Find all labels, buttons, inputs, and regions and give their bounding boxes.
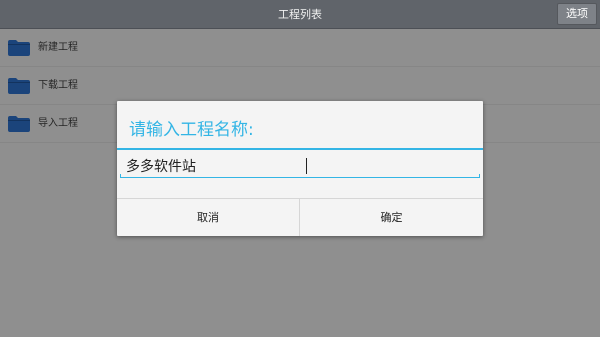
project-name-dialog: 请输入工程名称: 取消 确定 [117,101,483,236]
cancel-button[interactable]: 取消 [117,199,300,236]
input-underline [120,174,480,178]
dialog-button-row: 取消 确定 [117,198,483,236]
ok-button[interactable]: 确定 [300,199,483,236]
dialog-divider [117,148,483,150]
dialog-title: 请输入工程名称: [129,120,254,140]
page-title: 工程列表 [278,8,322,21]
top-bar: 工程列表 选项 [0,0,600,29]
text-caret [306,158,307,174]
project-name-input[interactable] [122,154,480,178]
options-button[interactable]: 选项 [557,3,597,25]
